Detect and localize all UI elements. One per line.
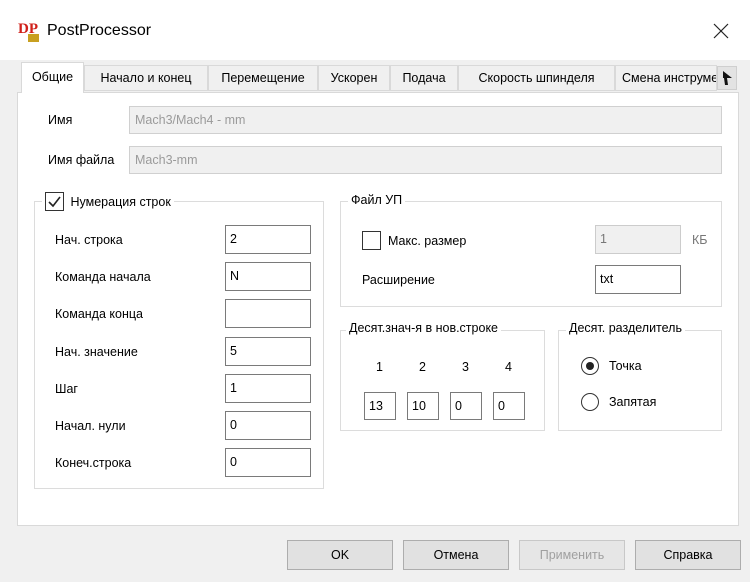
decimals-header-3: 3 (462, 360, 469, 374)
checkmark-icon (48, 196, 61, 208)
decimals-input-1[interactable]: 13 (364, 392, 396, 420)
decimals-input-4[interactable]: 0 (493, 392, 525, 420)
start-value-label: Нач. значение (55, 345, 138, 359)
decimals-header-1: 1 (376, 360, 383, 374)
filename-label: Имя файла (48, 153, 115, 167)
tab-scroll-button[interactable] (717, 66, 737, 90)
decimals-title: Десят.знач-я в нов.строке (346, 321, 501, 335)
max-size-unit: КБ (692, 233, 708, 247)
help-button[interactable]: Справка (635, 540, 741, 570)
line-numbering-header: Нумерация строк (42, 192, 174, 211)
step-label: Шаг (55, 382, 78, 396)
end-line-label: Конеч.строка (55, 456, 132, 470)
line-numbering-checkbox[interactable] (45, 192, 64, 211)
name-field[interactable]: Mach3/Mach4 - mm (129, 106, 722, 134)
line-numbering-label: Нумерация строк (70, 194, 171, 209)
end-command-label: Команда конца (55, 307, 143, 321)
end-command-input[interactable] (225, 299, 311, 328)
app-logo-icon: DP (18, 21, 39, 42)
separator-title: Десят. разделитель (566, 321, 685, 335)
decimals-header-2: 2 (419, 360, 426, 374)
leading-zeros-label: Начал. нули (55, 419, 126, 433)
separator-comma-radio[interactable] (581, 393, 599, 411)
tab-acceleration[interactable]: Ускорен (318, 65, 390, 91)
start-command-input[interactable]: N (225, 262, 311, 291)
close-icon[interactable] (706, 16, 736, 46)
ok-button[interactable]: OK (287, 540, 393, 570)
name-label: Имя (48, 113, 73, 127)
decimals-header-4: 4 (505, 360, 512, 374)
step-input[interactable]: 1 (225, 374, 311, 403)
tab-tool-change[interactable]: Смена инструмента (615, 65, 717, 91)
separator-comma-label: Запятая (609, 395, 657, 409)
tab-movement[interactable]: Перемещение (208, 65, 318, 91)
tab-feed[interactable]: Подача (390, 65, 458, 91)
tab-scroll-arrow-icon (723, 71, 732, 85)
start-line-label: Нач. строка (55, 233, 123, 247)
leading-zeros-input[interactable]: 0 (225, 411, 311, 440)
filename-field[interactable]: Mach3-mm (129, 146, 722, 174)
start-command-label: Команда начала (55, 270, 151, 284)
title-bar: DP PostProcessor (0, 0, 750, 60)
tab-start-end[interactable]: Начало и конец (84, 65, 208, 91)
max-size-label: Макс. размер (388, 234, 467, 248)
radio-selected-dot (586, 362, 594, 370)
decimals-input-3[interactable]: 0 (450, 392, 482, 420)
window-title: PostProcessor (47, 22, 152, 39)
start-value-input[interactable]: 5 (225, 337, 311, 366)
decimals-input-2[interactable]: 10 (407, 392, 439, 420)
max-size-input[interactable]: 1 (595, 225, 681, 254)
tab-general[interactable]: Общие (21, 62, 84, 93)
cancel-button[interactable]: Отмена (403, 540, 509, 570)
start-line-input[interactable]: 2 (225, 225, 311, 254)
max-size-checkbox[interactable] (362, 231, 381, 250)
apply-button[interactable]: Применить (519, 540, 625, 570)
end-line-input[interactable]: 0 (225, 448, 311, 477)
separator-point-label: Точка (609, 359, 642, 373)
nc-file-title: Файл УП (348, 193, 406, 207)
separator-group (558, 330, 722, 431)
extension-label: Расширение (362, 273, 435, 287)
extension-input[interactable]: txt (595, 265, 681, 294)
tab-spindle-speed[interactable]: Скорость шпинделя (458, 65, 615, 91)
separator-point-radio[interactable] (581, 357, 599, 375)
